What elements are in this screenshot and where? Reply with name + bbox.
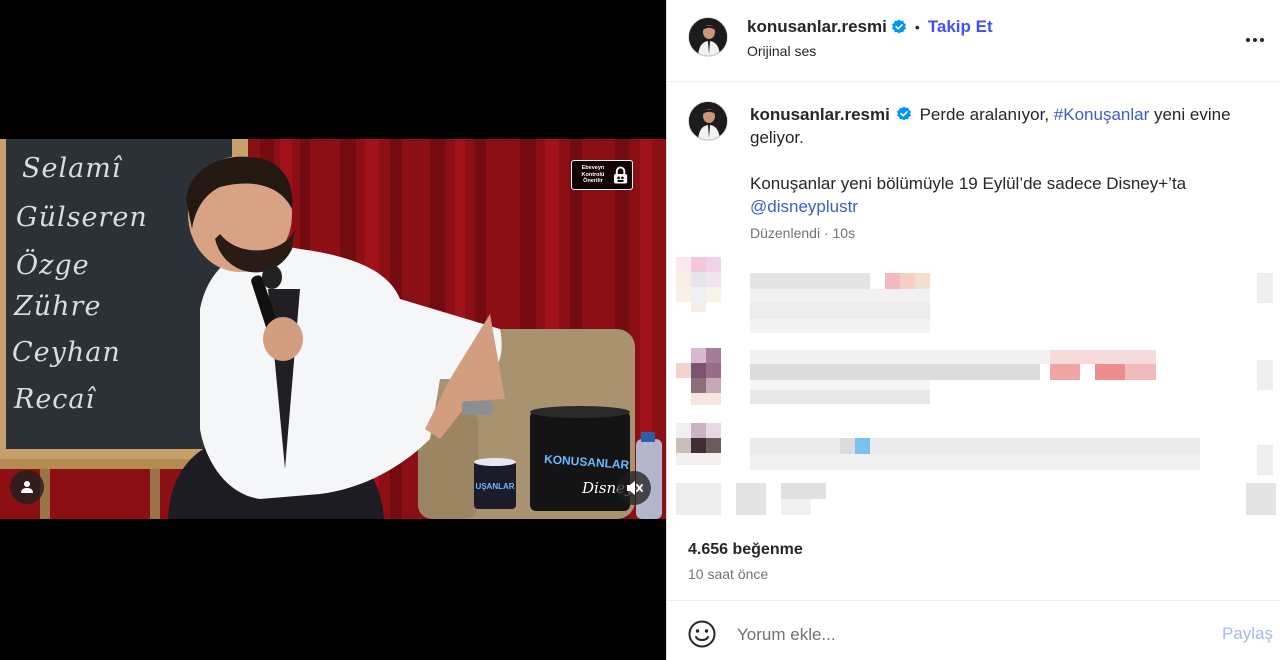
- caption-avatar[interactable]: [688, 101, 728, 141]
- parental-badge-text: Ebeveyn Kontrolü Önerilir: [576, 165, 610, 185]
- chalk-name-2: Gülseren: [16, 202, 148, 233]
- caption-age[interactable]: 10s: [833, 225, 856, 241]
- header-title-row: konusanlar.resmi • Takip Et: [747, 17, 993, 37]
- meta-separator: ·: [823, 225, 829, 241]
- caption-text: konusanlar.resmi Perde aralanıyor, #Konu…: [750, 103, 1250, 218]
- more-options-icon[interactable]: [1243, 28, 1267, 52]
- comment-input[interactable]: [737, 623, 1197, 647]
- caption-meta: Düzenlendi · 10s: [750, 225, 855, 241]
- media-area[interactable]: Selamî Gülseren Özge Zühre Ceyhan Recaî …: [0, 0, 666, 660]
- likes-count[interactable]: 4.656 beğenme: [688, 541, 803, 559]
- caption-hashtag[interactable]: #Konuşanlar: [1054, 105, 1149, 124]
- caption-text-start: Perde aralanıyor,: [919, 105, 1054, 124]
- comments-list: [667, 255, 1280, 530]
- comment-text-blurred: [750, 438, 1200, 470]
- comment-avatar-blurred: [676, 423, 736, 473]
- smiley-face-icon[interactable]: [687, 619, 717, 649]
- post-time[interactable]: 10 saat önce: [688, 566, 768, 582]
- comment-composer: Paylaş: [667, 600, 1280, 660]
- verified-badge-icon: [891, 19, 906, 34]
- comment-like-blurred: [1257, 445, 1273, 475]
- chalk-name-5: Ceyhan: [12, 337, 121, 368]
- comment-like-blurred: [1257, 360, 1273, 390]
- chalk-name-1: Selamî: [22, 153, 122, 184]
- share-button[interactable]: Paylaş: [1222, 624, 1273, 644]
- avatar[interactable]: [688, 17, 728, 57]
- chalk-name-4: Zühre: [14, 291, 102, 322]
- mute-toggle-button[interactable]: [617, 471, 651, 505]
- post-modal: Selamî Gülseren Özge Zühre Ceyhan Recaî …: [0, 0, 1280, 660]
- caption-line-2: Konuşanlar yeni bölümüyle 19 Eylül’de sa…: [750, 174, 1187, 193]
- comment-avatar-blurred: [676, 348, 736, 410]
- avatar-image: [689, 18, 727, 56]
- post-header: konusanlar.resmi • Takip Et Orijinal ses: [667, 0, 1280, 82]
- parental-line-3: Önerilir: [583, 178, 603, 185]
- header-separator: •: [914, 19, 920, 35]
- comment-like-blurred: [1257, 273, 1273, 303]
- caption-mention[interactable]: @disneyplustr: [750, 197, 858, 216]
- comment-avatar-blurred: [676, 257, 736, 317]
- header-username[interactable]: konusanlar.resmi: [747, 17, 887, 37]
- comment-text-blurred: [750, 273, 930, 335]
- comment-like-blurred: [1246, 483, 1276, 515]
- follow-button[interactable]: Takip Et: [928, 17, 993, 37]
- post-details-panel: konusanlar.resmi • Takip Et Orijinal ses: [666, 0, 1280, 660]
- video-frame[interactable]: Selamî Gülseren Özge Zühre Ceyhan Recaî …: [0, 139, 666, 519]
- padlock-icon: [613, 166, 628, 184]
- verified-badge-icon: [896, 106, 911, 121]
- cup-print: UŞANLAR: [475, 482, 515, 491]
- person-tag-icon: [21, 481, 33, 493]
- chalk-name-6: Recaî: [14, 384, 96, 415]
- comment-text-blurred: [750, 350, 1156, 412]
- original-audio-link[interactable]: Orijinal ses: [747, 43, 816, 59]
- speaker-muted-icon: [627, 481, 643, 495]
- tagged-people-button[interactable]: [10, 470, 44, 504]
- comment-row-blurred: [676, 481, 826, 521]
- edited-label: Düzenlendi: [750, 225, 821, 241]
- chalk-name-3: Özge: [16, 250, 90, 281]
- parental-control-badge: Ebeveyn Kontrolü Önerilir: [571, 160, 633, 190]
- caption-username[interactable]: konusanlar.resmi: [750, 105, 890, 124]
- avatar-image: [689, 102, 727, 140]
